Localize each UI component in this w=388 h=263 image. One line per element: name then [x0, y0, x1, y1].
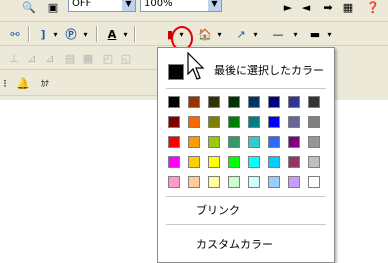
toolbar-row-1: 🔍 ▣ OFF ▼ 100% ▼ ► ◄ ➡ ▦ ❓ — [0, 0, 388, 22]
zoom-select[interactable]: 100% ▼ — [140, 0, 222, 12]
font-color-icon[interactable]: A — [104, 26, 120, 42]
dropdown-icon[interactable]: ⁝ — [0, 75, 10, 91]
color-swatch[interactable] — [268, 96, 280, 108]
last-selected-color-swatch[interactable] — [168, 64, 184, 80]
paragraph-icon[interactable]: Ⓟ — [62, 26, 80, 42]
color-swatch[interactable] — [188, 116, 200, 128]
toolbar-row-3: ⊥ ⊿ ⊿ ▤ ▦ ◰ ◱ — [0, 46, 160, 70]
color-swatch[interactable] — [188, 136, 200, 148]
color-swatch[interactable] — [248, 156, 260, 168]
bracket-dropdown[interactable]: ▾ — [50, 26, 60, 42]
send-back-icon[interactable]: ◱ — [118, 50, 134, 66]
color-swatch[interactable] — [228, 156, 240, 168]
align-right-icon[interactable]: ⊿ — [42, 50, 58, 66]
line-style-dropdown[interactable]: ▾ — [290, 26, 300, 42]
popup-divider — [166, 224, 326, 226]
back-icon[interactable]: ◄ — [298, 0, 314, 14]
color-swatch[interactable] — [168, 116, 180, 128]
toggle-icon[interactable]: ▣ — [44, 0, 62, 14]
toolbar-separator — [28, 26, 30, 42]
color-swatch[interactable] — [248, 136, 260, 148]
font-size-select[interactable]: OFF ▼ — [68, 0, 136, 12]
align-left-icon[interactable]: ⊿ — [24, 50, 40, 66]
color-swatch[interactable] — [268, 176, 280, 188]
zoom-icon[interactable]: 🔍 — [20, 0, 38, 14]
color-swatch[interactable] — [288, 176, 300, 188]
arrow-line-icon[interactable]: ↗ — [232, 26, 250, 42]
table-icon[interactable]: ▦ — [340, 0, 356, 14]
chevron-down-icon[interactable]: ▼ — [122, 0, 135, 11]
color-swatch[interactable] — [208, 176, 220, 188]
color-swatch[interactable] — [288, 96, 300, 108]
color-swatch[interactable] — [168, 176, 180, 188]
fill-dropdown[interactable]: ▾ — [214, 26, 224, 42]
color-swatch[interactable] — [228, 176, 240, 188]
chevron-down-icon[interactable]: ▼ — [208, 0, 221, 11]
line-style-icon[interactable]: — — [266, 26, 290, 42]
color-swatch[interactable] — [308, 176, 320, 188]
color-swatch[interactable] — [228, 116, 240, 128]
color-swatch[interactable] — [188, 176, 200, 188]
color-palette-grid — [168, 96, 320, 188]
custom-color-option[interactable]: カスタムカラー — [196, 236, 273, 252]
font-color-dropdown[interactable]: ▾ — [120, 26, 130, 42]
color-swatch[interactable] — [288, 136, 300, 148]
blink-option[interactable]: ブリンク — [196, 202, 240, 218]
help-icon[interactable]: ❓ — [365, 0, 381, 14]
color-swatch[interactable] — [308, 136, 320, 148]
bring-front-icon[interactable]: ◰ — [100, 50, 116, 66]
color-swatch[interactable] — [248, 116, 260, 128]
color-picker-popup: 最後に選択したカラー ブリンク カスタムカラー — [157, 47, 335, 263]
color-swatch[interactable] — [208, 96, 220, 108]
color-swatch[interactable] — [208, 156, 220, 168]
color-swatch[interactable] — [268, 116, 280, 128]
border-style-dropdown[interactable]: ▾ — [324, 26, 334, 42]
fill-color-icon[interactable]: 🏠 — [196, 26, 214, 42]
color-swatch[interactable] — [188, 156, 200, 168]
color-swatch[interactable] — [188, 96, 200, 108]
color-swatch[interactable] — [268, 136, 280, 148]
zoom-value: 100% — [144, 0, 173, 9]
toolbar-row-4: ⁝ 🔔 ｶﾅ — [0, 70, 160, 96]
color-swatch[interactable] — [168, 96, 180, 108]
color-swatch[interactable] — [288, 116, 300, 128]
color-swatch[interactable] — [228, 96, 240, 108]
toolbar-separator — [96, 26, 98, 42]
link-icon[interactable]: ⚯ — [6, 26, 24, 42]
border-style-icon[interactable]: ▬ — [306, 26, 324, 42]
distribute-icon[interactable]: ▤ — [62, 50, 78, 66]
paragraph-dropdown[interactable]: ▾ — [80, 26, 90, 42]
ruby-icon[interactable]: ｶﾅ — [36, 75, 54, 91]
color-swatch[interactable] — [268, 156, 280, 168]
toolbar-row-2: ⚯ ] ▾ Ⓟ ▾ A ▾ ▮ ▾ 🏠 ▾ ↗ ▾ — ▾ ▬ ▾ — [0, 22, 388, 46]
bell-icon[interactable]: 🔔 — [14, 75, 32, 91]
color-swatch[interactable] — [228, 136, 240, 148]
color-swatch[interactable] — [248, 96, 260, 108]
forward-icon[interactable]: ► — [280, 0, 296, 14]
color-swatch[interactable] — [308, 156, 320, 168]
color-swatch[interactable] — [208, 116, 220, 128]
align-icon[interactable]: ⊥ — [6, 50, 22, 66]
color-swatch[interactable] — [208, 136, 220, 148]
next-icon[interactable]: ➡ — [320, 0, 336, 14]
popup-divider — [166, 196, 326, 198]
color-swatch[interactable] — [168, 136, 180, 148]
distribute-grid-icon[interactable]: ▦ — [80, 50, 96, 66]
arrow-line-dropdown[interactable]: ▾ — [250, 26, 260, 42]
font-size-value: OFF — [72, 0, 92, 9]
color-swatch[interactable] — [308, 96, 320, 108]
color-swatch[interactable] — [288, 156, 300, 168]
popup-divider — [166, 88, 326, 90]
color-swatch[interactable] — [168, 156, 180, 168]
toolbar-separator — [134, 26, 136, 42]
mouse-cursor-icon — [187, 52, 205, 80]
color-swatch[interactable] — [248, 176, 260, 188]
last-selected-color-label[interactable]: 最後に選択したカラー — [214, 62, 324, 78]
color-swatch[interactable] — [308, 116, 320, 128]
bracket-icon[interactable]: ] — [36, 26, 50, 42]
